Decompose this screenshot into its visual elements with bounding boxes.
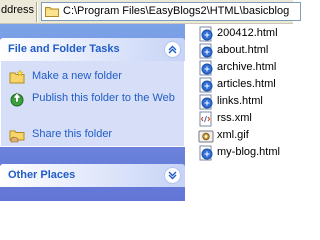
expand-chevron-button[interactable] — [164, 167, 181, 184]
address-bar: ddress C:\Program Files\EasyBlogs2\HTML\… — [0, 0, 301, 24]
file-folder-tasks-header[interactable]: File and Folder Tasks — [0, 38, 185, 61]
xml-file-icon — [199, 111, 212, 127]
html-file-icon — [199, 94, 213, 110]
chevron-down-icon — [168, 171, 177, 180]
folder-icon — [45, 7, 59, 17]
file-name: 200412.html — [217, 27, 278, 39]
new-folder-icon — [9, 69, 25, 84]
address-label: ddress — [1, 4, 35, 16]
address-field[interactable]: C:\Program Files\EasyBlogs2\HTML\basicbl… — [41, 2, 301, 21]
other-places-header[interactable]: Other Places — [0, 164, 185, 187]
file-item[interactable]: rss.xml — [198, 111, 293, 127]
task-label: Make a new folder — [32, 70, 122, 82]
chevron-up-icon — [168, 45, 177, 54]
file-folder-tasks-body: Make a new folder Publish this folder to… — [0, 61, 185, 147]
file-name: articles.html — [217, 78, 276, 90]
file-item[interactable]: links.html — [198, 94, 293, 110]
file-folder-tasks-title: File and Folder Tasks — [8, 43, 120, 55]
task-label: Share this folder — [32, 128, 113, 140]
html-file-icon — [199, 43, 213, 59]
file-item[interactable]: about.html — [198, 43, 293, 59]
file-name: about.html — [217, 44, 269, 56]
publish-web-icon — [10, 92, 24, 107]
file-item[interactable]: archive.html — [198, 60, 293, 76]
address-path[interactable]: C:\Program Files\EasyBlogs2\HTML\basicbl… — [63, 5, 289, 17]
other-places-title: Other Places — [8, 169, 76, 181]
file-item[interactable]: 200412.html — [198, 26, 293, 42]
task-label: Publish this folder to the Web — [32, 92, 175, 104]
file-list: 200412.html about.html archive.html arti… — [185, 24, 293, 201]
toolbar-separator — [36, 2, 38, 22]
file-item[interactable]: my-blog.html — [198, 145, 293, 161]
html-file-icon — [199, 60, 213, 76]
file-name: my-blog.html — [217, 146, 280, 158]
file-name: archive.html — [217, 61, 277, 73]
file-name: rss.xml — [217, 112, 252, 124]
html-file-icon — [199, 77, 213, 93]
file-item[interactable]: xml.gif — [198, 128, 293, 144]
file-name: links.html — [217, 95, 263, 107]
file-item[interactable]: articles.html — [198, 77, 293, 93]
gif-image-icon — [198, 130, 214, 143]
file-name: xml.gif — [217, 129, 249, 141]
share-folder-icon — [9, 130, 25, 143]
html-file-icon — [199, 26, 213, 42]
html-file-icon — [199, 145, 213, 161]
collapse-chevron-button[interactable] — [164, 41, 181, 58]
task-pane: File and Folder Tasks Make a new folder … — [0, 24, 185, 201]
